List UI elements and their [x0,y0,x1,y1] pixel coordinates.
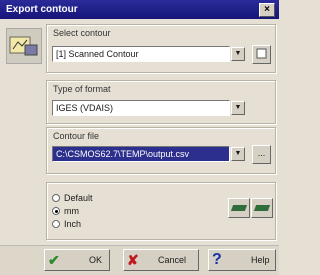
chevron-down-icon: ▼ [234,104,242,111]
radio-default-circle[interactable] [52,194,60,202]
list-icon [256,48,267,59]
select-contour-label: Select contour [53,28,111,38]
close-button[interactable]: × [259,3,275,17]
format-arrow[interactable]: ▼ [231,101,245,115]
green-chip-icon [230,205,248,211]
select-contour-arrow[interactable]: ▼ [231,47,245,61]
contour-options-button[interactable] [252,45,271,64]
title-bar: Export contour × [0,0,279,19]
green-chip-icon [253,205,271,211]
cancel-button[interactable]: ✘ Cancel [123,249,199,271]
close-icon: × [264,4,270,15]
radio-default-label: Default [64,193,93,203]
radio-inch-circle[interactable] [52,220,60,228]
format-label: Type of format [53,84,111,94]
format-dropdown[interactable]: IGES (VDAIS) [52,100,230,116]
radio-mm-label: mm [64,206,79,216]
toolpath-button-2[interactable] [251,198,273,218]
radio-inch-label: Inch [64,219,82,229]
ok-button[interactable]: ✔ OK [44,249,110,271]
radio-mm-circle[interactable] [52,207,60,215]
chevron-down-icon: ▼ [234,150,242,157]
browse-label: ... [257,148,266,158]
contour-file-input[interactable]: C:\CSMOS62.7\TEMP\output.csv [52,146,230,162]
browse-button[interactable]: ... [252,145,271,164]
toolpath-button-1[interactable] [228,198,250,218]
window-title: Export contour [6,4,78,15]
select-contour-dropdown[interactable]: [1] Scanned Contour [52,46,230,62]
contour-file-arrow[interactable]: ▼ [231,147,245,161]
ok-label: OK [89,255,103,265]
export-contour-icon [6,28,42,64]
help-label: Help [251,255,270,265]
contour-file-label: Contour file [53,131,100,141]
chevron-down-icon: ▼ [234,50,242,57]
cross-icon: ✘ [127,252,139,268]
checkmark-icon: ✔ [48,252,60,268]
question-icon: ? [212,251,222,268]
help-button[interactable]: ? Help [208,249,276,271]
cancel-label: Cancel [158,255,187,265]
